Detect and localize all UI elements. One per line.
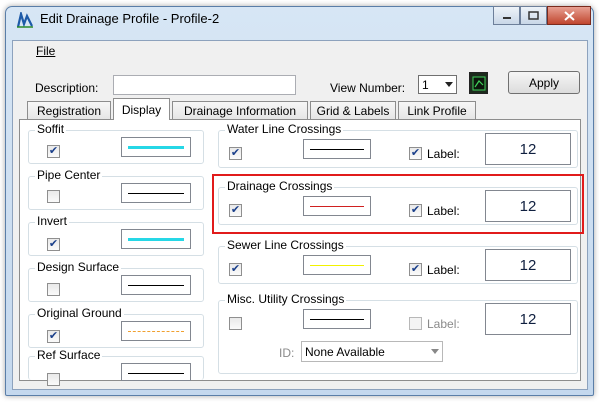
minimize-icon [502, 16, 511, 19]
chevron-down-icon [445, 82, 453, 87]
soffit-line-style[interactable] [121, 137, 191, 157]
id-select-value: None Available [305, 344, 385, 359]
minimize-button[interactable] [493, 6, 520, 25]
group-water-line-crossings: Water Line Crossings ✔ ✔ Label: 12 [218, 122, 578, 168]
view-number-select[interactable]: 1 [418, 75, 457, 94]
checkmark-icon: ✔ [48, 330, 59, 342]
group-misc-utility-crossings: Misc. Utility Crossings Label: 12 ID: No… [218, 292, 578, 374]
maximize-button[interactable] [520, 6, 547, 25]
tab-grid-labels[interactable]: Grid & Labels [310, 101, 396, 119]
water-line-checkbox[interactable]: ✔ [229, 147, 242, 160]
dialog-client-area: File Description: View Number: 1 Apply R… [12, 40, 588, 390]
profile-app-icon [16, 12, 33, 28]
invert-checkbox[interactable]: ✔ [47, 238, 60, 251]
design-surface-line-style[interactable] [121, 275, 191, 295]
misc-utility-line-style[interactable] [303, 309, 371, 329]
group-title: Design Surface [35, 260, 122, 274]
checkmark-icon: ✔ [410, 263, 421, 275]
sewer-line-line-style[interactable] [303, 255, 371, 275]
window-title: Edit Drainage Profile - Profile-2 [40, 11, 220, 26]
group-title: Soffit [35, 122, 67, 136]
group-title: Original Ground [35, 306, 124, 320]
checkmark-icon: ✔ [48, 238, 59, 250]
view-number-value: 1 [422, 77, 429, 92]
group-pipe-center: Pipe Center [28, 168, 204, 210]
misc-utility-checkbox[interactable] [229, 317, 242, 330]
ref-surface-line-style[interactable] [121, 363, 191, 381]
tab-display[interactable]: Display [113, 98, 170, 120]
checkmark-icon: ✔ [48, 145, 59, 157]
line-sample [128, 146, 184, 149]
line-sample [128, 193, 184, 194]
tab-link-profile[interactable]: Link Profile [398, 101, 476, 119]
chevron-down-icon [431, 349, 439, 354]
water-line-text-symbology[interactable]: 12 [485, 133, 571, 165]
close-icon [563, 10, 575, 21]
checkmark-icon: ✔ [410, 147, 421, 159]
tab-registration[interactable]: Registration [27, 101, 111, 119]
line-sample [128, 331, 184, 332]
misc-utility-label-checkbox[interactable] [409, 317, 422, 330]
view-window-button[interactable] [469, 72, 488, 94]
sewer-line-label-text: Label: [427, 263, 460, 277]
menu-bar: File [13, 41, 587, 61]
group-title: Ref Surface [35, 348, 103, 362]
sewer-line-checkbox[interactable]: ✔ [229, 263, 242, 276]
sewer-line-text-symbology[interactable]: 12 [485, 249, 571, 281]
group-title: Invert [35, 214, 70, 228]
checkmark-icon: ✔ [230, 147, 241, 159]
original-ground-checkbox[interactable]: ✔ [47, 330, 60, 343]
water-line-label-checkbox[interactable]: ✔ [409, 147, 422, 160]
line-sample [310, 319, 364, 320]
menu-file[interactable]: File [36, 44, 55, 58]
highlight-frame [212, 174, 584, 234]
view-window-icon [472, 76, 486, 91]
misc-utility-text-symbology[interactable]: 12 [485, 303, 571, 335]
group-title: Water Line Crossings [225, 122, 344, 136]
close-button[interactable] [547, 6, 591, 25]
sewer-line-label-checkbox[interactable]: ✔ [409, 263, 422, 276]
line-sample [128, 373, 184, 374]
line-sample [310, 265, 364, 266]
display-tab-panel: Soffit ✔ Pipe Center Invert ✔ Design Sur… [19, 119, 584, 386]
group-invert: Invert ✔ [28, 214, 204, 256]
maximize-icon [528, 11, 539, 20]
group-ref-surface: Ref Surface [28, 348, 204, 386]
water-line-line-style[interactable] [303, 139, 371, 159]
description-label: Description: [35, 81, 99, 95]
group-original-ground: Original Ground ✔ [28, 306, 204, 348]
pipe-center-checkbox[interactable] [47, 190, 60, 203]
group-design-surface: Design Surface [28, 260, 204, 302]
description-input[interactable] [113, 75, 296, 95]
water-line-label-text: Label: [427, 147, 460, 161]
misc-utility-label-text: Label: [427, 317, 460, 331]
line-sample [128, 238, 184, 241]
design-surface-checkbox[interactable] [47, 283, 60, 296]
group-sewer-line-crossings: Sewer Line Crossings ✔ ✔ Label: 12 [218, 238, 578, 284]
group-title: Pipe Center [35, 168, 103, 182]
invert-line-style[interactable] [121, 229, 191, 249]
group-soffit: Soffit ✔ [28, 122, 204, 164]
group-title: Sewer Line Crossings [225, 238, 346, 252]
pipe-center-line-style[interactable] [121, 183, 191, 203]
soffit-checkbox[interactable]: ✔ [47, 145, 60, 158]
window-controls [493, 6, 591, 26]
line-sample [128, 285, 184, 286]
line-sample [310, 149, 364, 150]
group-title: Misc. Utility Crossings [225, 292, 347, 306]
ref-surface-checkbox[interactable] [47, 373, 60, 386]
checkmark-icon: ✔ [230, 263, 241, 275]
id-label: ID: [279, 346, 295, 360]
original-ground-line-style[interactable] [121, 321, 191, 341]
apply-button[interactable]: Apply [508, 71, 580, 94]
tab-drainage-information[interactable]: Drainage Information [172, 101, 308, 119]
id-select[interactable]: None Available [301, 341, 443, 362]
view-number-label: View Number: [330, 81, 406, 95]
